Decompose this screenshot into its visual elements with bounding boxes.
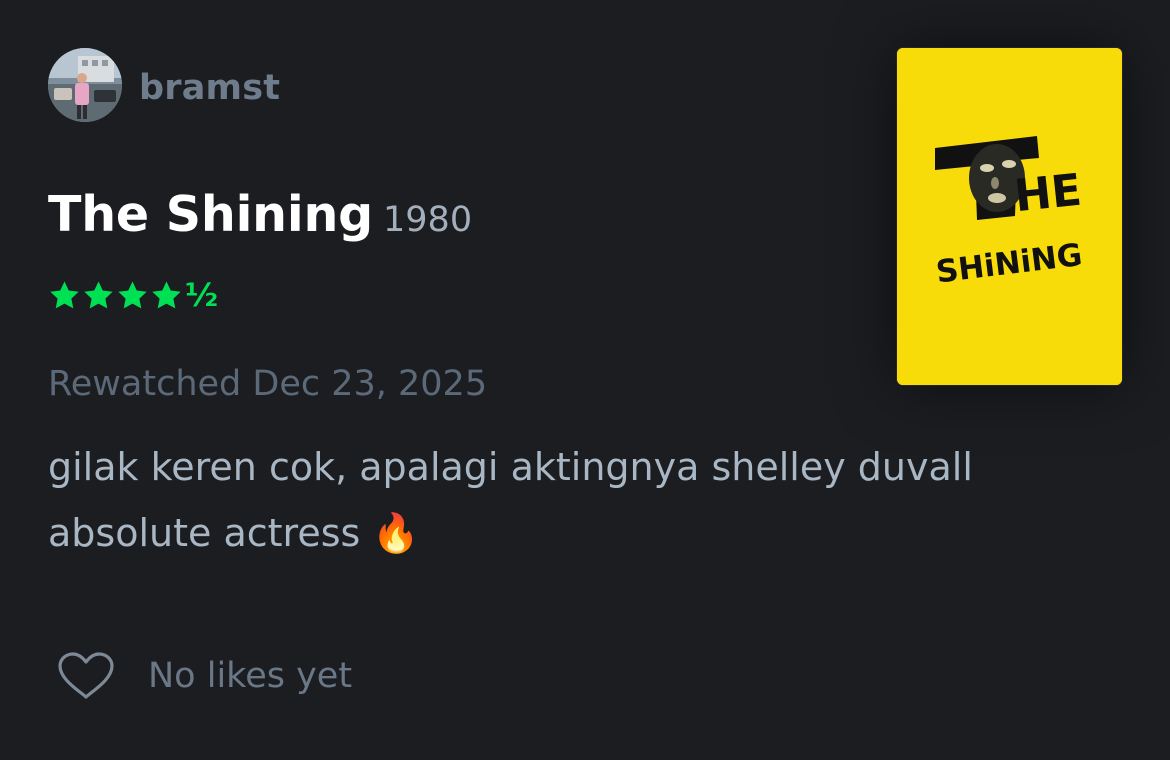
film-title[interactable]: The Shining (48, 186, 373, 243)
likes-count-label: No likes yet (148, 656, 353, 696)
likes-row: No likes yet (56, 648, 352, 704)
avatar-photo-icon (48, 48, 122, 122)
star-icon (82, 279, 115, 312)
star-rating: ½ (48, 272, 218, 318)
avatar[interactable] (48, 48, 122, 122)
film-year[interactable]: 1980 (383, 200, 472, 240)
film-poster[interactable]: HE SHiNiNG (897, 48, 1122, 385)
review-text: gilak keren cok, apalagi aktingnya shell… (48, 445, 973, 555)
star-icon (48, 279, 81, 312)
film-heading: The Shining 1980 (48, 182, 472, 259)
star-icon (150, 279, 183, 312)
star-icon (116, 279, 149, 312)
heart-icon[interactable] (56, 651, 116, 701)
username[interactable]: bramst (139, 64, 280, 112)
poster-artwork: HE SHiNiNG (897, 48, 1122, 385)
half-star-glyph: ½ (185, 276, 219, 314)
watch-status: Rewatched Dec 23, 2025 (48, 364, 488, 404)
poster-title-top: HE (1012, 165, 1084, 223)
